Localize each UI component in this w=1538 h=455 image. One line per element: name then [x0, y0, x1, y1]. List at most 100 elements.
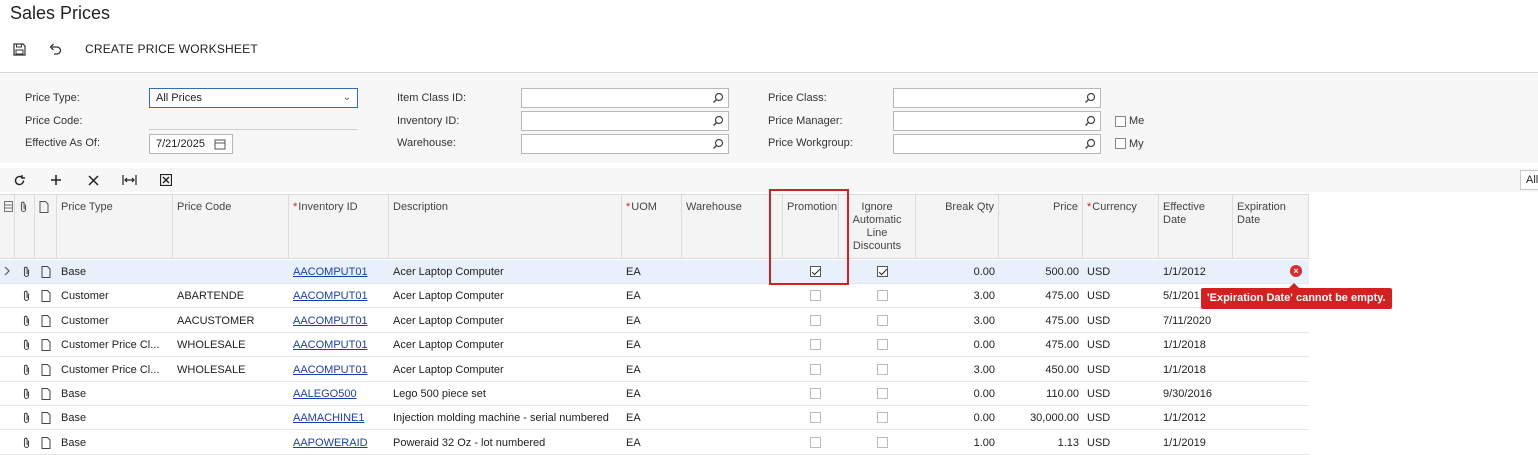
cell-price-type[interactable]: Base — [57, 431, 173, 455]
inventory-id-input[interactable] — [521, 111, 729, 131]
item-class-input[interactable] — [521, 88, 729, 108]
add-row-button[interactable] — [45, 170, 67, 190]
cell-break-qty[interactable]: 3.00 — [916, 284, 999, 308]
cell-price[interactable]: 110.00 — [999, 382, 1083, 406]
cell-uom[interactable]: EA — [622, 358, 682, 382]
cell-price[interactable]: 475.00 — [999, 309, 1083, 333]
cell-warehouse[interactable] — [682, 406, 783, 430]
my-checkbox[interactable] — [1115, 138, 1126, 149]
cell-break-qty[interactable]: 3.00 — [916, 358, 999, 382]
cell-price-code[interactable] — [173, 260, 289, 284]
note-icon[interactable] — [41, 436, 51, 452]
table-row[interactable]: Base AACOMPUT01 Acer Laptop Computer EA 0.00… — [0, 260, 1309, 284]
promotion-checkbox[interactable] — [810, 436, 821, 448]
cell-description[interactable]: Acer Laptop Computer — [389, 333, 622, 357]
cell-price-type[interactable]: Customer Price Cl... — [57, 358, 173, 382]
cell-price-type[interactable]: Customer — [57, 284, 173, 308]
paperclip-icon[interactable] — [22, 339, 31, 354]
cell-warehouse[interactable] — [682, 309, 783, 333]
header-ignore-automatic-line-discounts[interactable]: Ignore Automatic Line Discounts — [839, 195, 916, 259]
cell-description[interactable]: Poweraid 32 Oz - lot numbered — [389, 431, 622, 455]
undo-button[interactable] — [46, 38, 64, 60]
cell-inventory-id[interactable]: AAPOWERAID — [289, 431, 389, 455]
effective-date-input[interactable]: 7/21/2025 — [149, 134, 233, 154]
promotion-checkbox[interactable] — [810, 363, 821, 375]
cell-currency[interactable]: USD — [1083, 260, 1159, 284]
price-class-input[interactable] — [893, 88, 1101, 108]
header-effective-date[interactable]: Effective Date — [1159, 195, 1233, 259]
promotion-checkbox[interactable] — [810, 339, 821, 351]
paperclip-icon[interactable] — [22, 290, 31, 305]
cell-uom[interactable]: EA — [622, 406, 682, 430]
cell-description[interactable]: Acer Laptop Computer — [389, 309, 622, 333]
cell-effective[interactable]: 1/1/2019 — [1159, 431, 1233, 455]
promotion-checkbox[interactable] — [810, 266, 821, 277]
cell-effective[interactable]: 1/1/2018 — [1159, 333, 1233, 357]
cell-price[interactable]: 475.00 — [999, 284, 1083, 308]
all-filter-button[interactable]: All — [1520, 170, 1538, 190]
cell-price-code[interactable]: WHOLESALE — [173, 333, 289, 357]
price-type-select[interactable]: All Prices ⌄ — [149, 88, 358, 108]
price-code-field[interactable] — [149, 129, 358, 130]
note-icon[interactable] — [41, 339, 51, 354]
note-icon[interactable] — [41, 266, 51, 281]
cell-currency[interactable]: USD — [1083, 333, 1159, 357]
cell-inventory-id[interactable]: AACOMPUT01 — [289, 309, 389, 333]
price-manager-input[interactable] — [893, 111, 1101, 131]
table-row[interactable]: Base AALEGO500 Lego 500 piece set EA 0.00 110… — [0, 382, 1309, 406]
inventory-id-link[interactable]: AAPOWERAID — [293, 437, 368, 449]
cell-description[interactable]: Injection molding machine - serial numbe… — [389, 406, 622, 430]
cell-price[interactable]: 500.00 — [999, 260, 1083, 284]
cell-price-type[interactable]: Base — [57, 406, 173, 430]
table-row[interactable]: Customer Price Cl... WHOLESALE AACOMPUT01 A… — [0, 357, 1309, 382]
cell-price-code[interactable]: AACUSTOMER — [173, 309, 289, 333]
inventory-id-link[interactable]: AACOMPUT01 — [293, 364, 368, 376]
cell-currency[interactable]: USD — [1083, 358, 1159, 382]
header-inventory-id[interactable]: *Inventory ID — [289, 195, 389, 259]
inventory-id-link[interactable]: AACOMPUT01 — [293, 315, 368, 327]
ignore-discounts-checkbox[interactable] — [877, 388, 888, 399]
ignore-discounts-checkbox[interactable] — [877, 363, 888, 375]
cell-inventory-id[interactable]: AALEGO500 — [289, 382, 389, 406]
cell-inventory-id[interactable]: AACOMPUT01 — [289, 358, 389, 382]
search-icon[interactable] — [712, 138, 724, 150]
cell-currency[interactable]: USD — [1083, 382, 1159, 406]
header-price-type[interactable]: Price Type — [57, 195, 173, 259]
ignore-discounts-checkbox[interactable] — [877, 412, 888, 424]
cell-expiration[interactable] — [1233, 333, 1309, 357]
cell-expiration[interactable] — [1233, 309, 1309, 333]
cell-break-qty[interactable]: 1.00 — [916, 431, 999, 455]
cell-price-type[interactable]: Base — [57, 260, 173, 284]
fit-columns-button[interactable] — [118, 170, 140, 190]
header-promotion[interactable]: Promotion — [783, 195, 839, 259]
cell-description[interactable]: Acer Laptop Computer — [389, 358, 622, 382]
search-icon[interactable] — [1084, 115, 1096, 127]
header-expiration-date[interactable]: Expiration Date — [1233, 195, 1309, 259]
cell-currency[interactable]: USD — [1083, 284, 1159, 308]
header-row-selector[interactable] — [0, 195, 15, 259]
table-row[interactable]: Customer Price Cl... WHOLESALE AACOMPUT01 A… — [0, 333, 1309, 358]
ignore-discounts-checkbox[interactable] — [877, 266, 888, 277]
cell-warehouse[interactable] — [682, 431, 783, 455]
header-break-qty[interactable]: Break Qty — [916, 195, 999, 259]
cell-uom[interactable]: EA — [622, 309, 682, 333]
note-icon[interactable] — [41, 412, 51, 427]
cell-inventory-id[interactable]: AACOMPUT01 — [289, 284, 389, 308]
refresh-button[interactable] — [8, 170, 30, 190]
cell-currency[interactable]: USD — [1083, 406, 1159, 430]
header-currency[interactable]: *Currency — [1083, 195, 1159, 259]
inventory-id-link[interactable]: AACOMPUT01 — [293, 290, 368, 302]
note-icon[interactable] — [41, 363, 51, 379]
inventory-id-link[interactable]: AALEGO500 — [293, 388, 357, 400]
inventory-id-link[interactable]: AACOMPUT01 — [293, 339, 368, 351]
promotion-checkbox[interactable] — [810, 388, 821, 399]
cell-warehouse[interactable] — [682, 333, 783, 357]
cell-expiration[interactable] — [1233, 406, 1309, 430]
delete-row-button[interactable] — [82, 170, 104, 190]
cell-price-code[interactable]: WHOLESALE — [173, 358, 289, 382]
cell-inventory-id[interactable]: AAMACHINE1 — [289, 406, 389, 430]
search-icon[interactable] — [1084, 92, 1096, 104]
note-icon[interactable] — [41, 388, 51, 403]
inventory-id-link[interactable]: AACOMPUT01 — [293, 266, 368, 278]
paperclip-icon[interactable] — [22, 364, 31, 379]
